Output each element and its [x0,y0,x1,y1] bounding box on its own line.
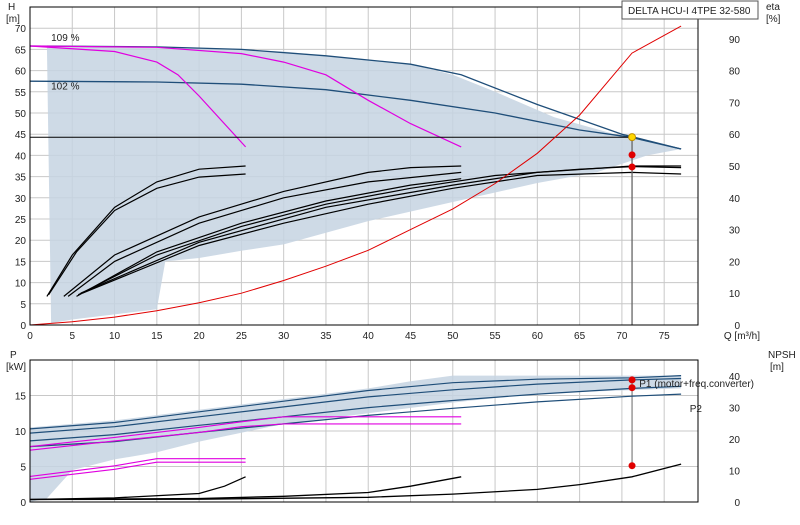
p1-label: P1 (motor+freq.converter) [639,379,754,390]
eta-point-marker-1 [628,163,636,171]
p2-label: P2 [690,404,703,415]
h-axis-unit: [m] [6,14,20,25]
h-tick-label: 35 [15,173,27,184]
p-axis-unit: [kW] [6,362,26,373]
h-tick-label: 5 [20,300,26,311]
q-tick-label: 5 [69,331,75,342]
eta-tick-label: 90 [729,35,741,46]
eta-tick-label: 40 [729,194,741,205]
q-tick-label: 65 [574,331,586,342]
eta-tick-label: 30 [729,226,741,237]
h-tick-label: 55 [15,88,27,99]
h-tick-label: 10 [15,279,27,290]
h-tick-label: 0 [20,321,26,332]
eta-tick-label: 10 [729,289,741,300]
npsh-tick-label: 30 [729,403,741,414]
h-tick-label: 40 [15,151,27,162]
h-tick-label: 45 [15,130,27,141]
q-tick-label: 75 [659,331,671,342]
q-tick-label: 0 [27,331,33,342]
eta-tick-label: 70 [729,98,741,109]
npsh-point-marker [628,462,636,470]
q-tick-label: 25 [236,331,248,342]
q-tick-label: 40 [363,331,375,342]
h-tick-label: 20 [15,236,27,247]
q-tick-label: 15 [151,331,163,342]
q-tick-label: 60 [532,331,544,342]
q-axis-label: Q [m³/h] [724,331,760,342]
eta-axis-unit: [%] [766,14,781,25]
eta-point-marker-0 [628,151,636,159]
npsh-tick-label: 10 [729,466,741,477]
eta-tick-label: 50 [729,162,741,173]
q-tick-label: 45 [405,331,417,342]
q-tick-label: 30 [278,331,290,342]
q-tick-label: 70 [616,331,628,342]
q-tick-label: 55 [490,331,502,342]
eta-tick-label: 20 [729,257,741,268]
p-tick-label: 5 [20,463,26,474]
npsh-axis-unit: [m] [770,362,784,373]
h-tick-label: 30 [15,194,27,205]
h-tick-label: 15 [15,257,27,268]
h-tick-label: 60 [15,67,27,78]
h-tick-label: 50 [15,109,27,120]
chart-title: DELTA HCU-I 4TPE 32-580 [628,6,751,17]
npsh-tick-label: 0 [734,498,740,509]
q-tick-label: 10 [109,331,121,342]
h-tick-label: 25 [15,215,27,226]
power-point-marker-1 [628,384,636,392]
eta-tick-label: 60 [729,130,741,141]
h-tick-label: 70 [15,24,27,35]
p-tick-label: 0 [20,498,26,509]
operating-point-marker [628,133,637,142]
speed-label-0: 109 % [51,33,79,44]
eta-tick-label: 80 [729,67,741,78]
npsh-tick-label: 20 [729,435,741,446]
h-axis-label: H [8,2,15,13]
p-tick-label: 10 [15,427,27,438]
p-tick-label: 15 [15,392,27,403]
h-tick-label: 65 [15,45,27,56]
pump-curve-chart: 0 5 10 15 20 25 30 35 40 45 50 55 60 65 70 0 10 20 30 40 50 6… [0,0,800,520]
q-tick-label: 20 [194,331,206,342]
power-point-marker-0 [628,376,636,384]
p-axis-label: P [10,350,17,361]
eta-axis-label: eta [766,2,780,13]
pump-curve-svg: 0510152025303540455055606570010203040506… [6,0,796,509]
q-tick-label: 50 [447,331,459,342]
npsh-axis-label: NPSH [768,350,796,361]
speed-label-1: 102 % [51,82,79,93]
q-tick-label: 35 [320,331,332,342]
